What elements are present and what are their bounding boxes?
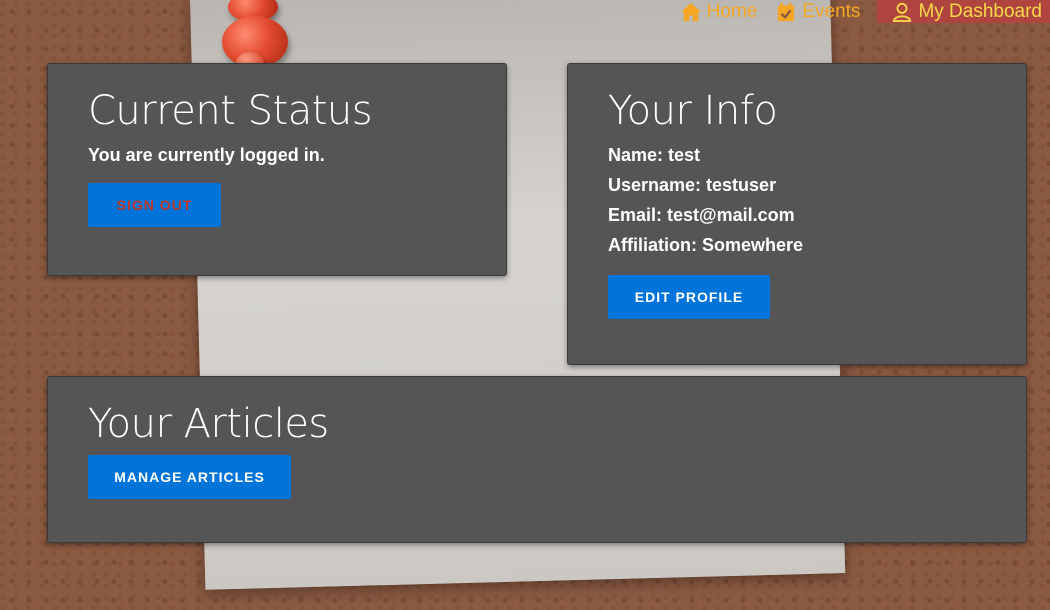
nav-item-label: Home (706, 0, 758, 22)
your-info-card: Your Info Name: test Username: testuser … (567, 63, 1027, 365)
nav-item-events[interactable]: Events (766, 0, 869, 23)
card-title: Your Articles (88, 401, 329, 447)
your-articles-card: Your Articles MANAGE ARTICLES (47, 376, 1027, 543)
top-nav: Home Events My Dashboard (671, 0, 1050, 23)
card-title: Your Info (608, 88, 778, 134)
home-icon (680, 2, 701, 21)
nav-item-home[interactable]: Home (671, 0, 767, 23)
manage-articles-button[interactable]: MANAGE ARTICLES (88, 455, 291, 499)
sign-out-button[interactable]: SIGN OUT (88, 183, 221, 227)
nav-item-label: Events (802, 0, 861, 22)
user-icon (893, 2, 912, 22)
status-message: You are currently logged in. (88, 145, 325, 165)
calendar-check-icon (778, 2, 795, 21)
info-username: Username: testuser (608, 175, 777, 195)
edit-profile-button[interactable]: EDIT PROFILE (608, 275, 770, 319)
info-email: Email: test@mail.com (608, 205, 795, 225)
info-name: Name: test (608, 145, 701, 165)
nav-item-dashboard[interactable]: My Dashboard (877, 0, 1050, 23)
current-status-card: Current Status You are currently logged … (47, 63, 507, 276)
info-affiliation: Affiliation: Somewhere (608, 235, 804, 255)
nav-item-label: My Dashboard (918, 0, 1042, 22)
card-title: Current Status (88, 88, 373, 134)
